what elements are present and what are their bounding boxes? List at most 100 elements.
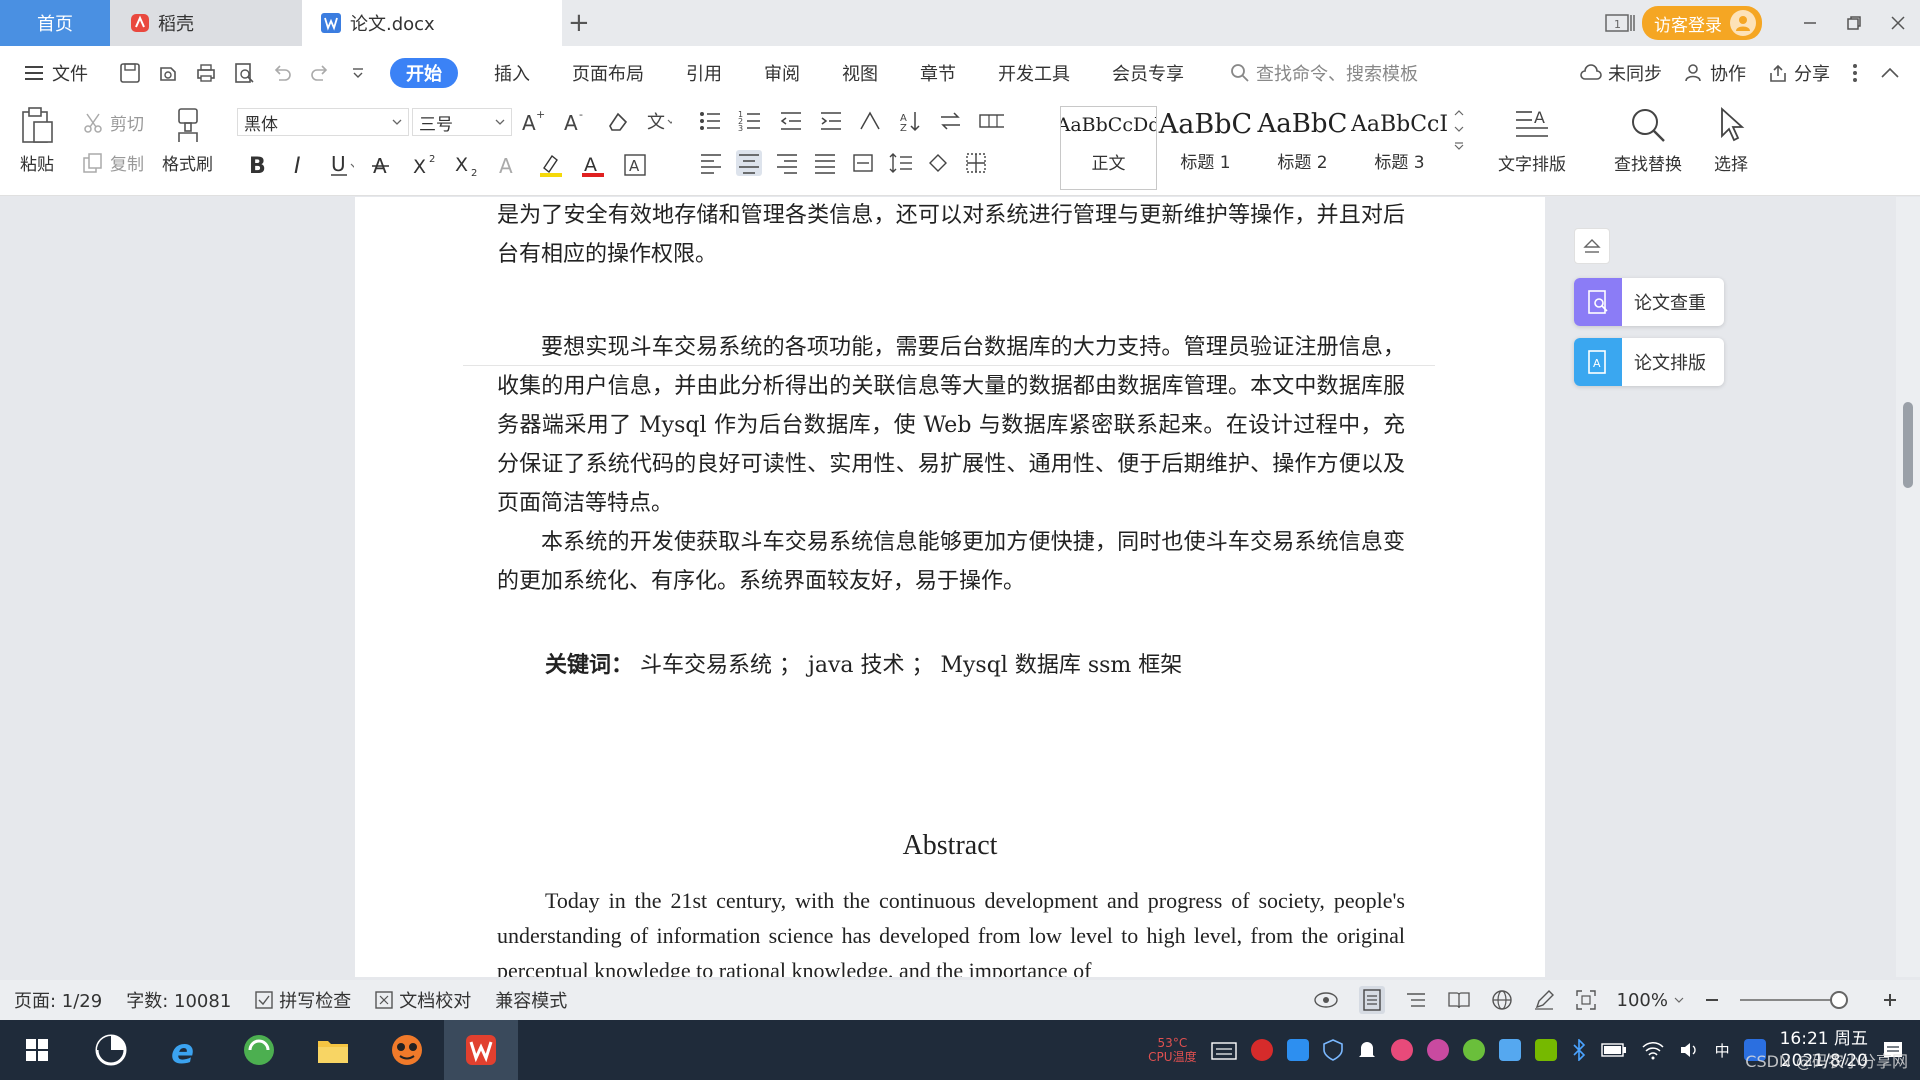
cpu-temp-widget[interactable]: 53°C CPU温度 (1148, 1036, 1196, 1064)
ie-browser-icon[interactable]: e (148, 1020, 222, 1080)
zoom-out-icon[interactable] (1704, 992, 1720, 1008)
print-preview-icon[interactable] (232, 61, 256, 85)
more-options-icon[interactable] (1852, 63, 1858, 83)
pinwheel-app-icon[interactable] (74, 1020, 148, 1080)
tab-document[interactable]: 论文.docx (302, 0, 562, 46)
keyboard-icon[interactable] (1210, 1039, 1237, 1061)
mascot-app-icon[interactable] (370, 1020, 444, 1080)
paste-button[interactable]: 粘贴 (20, 106, 54, 175)
scrollbar-thumb[interactable] (1903, 402, 1913, 488)
write-mode-icon[interactable] (1533, 989, 1555, 1011)
tab-insert[interactable]: 插入 (488, 58, 536, 88)
borders-icon[interactable] (964, 150, 990, 176)
outline-view-icon[interactable] (1405, 990, 1427, 1010)
align-right-icon[interactable] (774, 150, 800, 176)
360-browser-icon[interactable] (222, 1020, 296, 1080)
align-center-icon[interactable] (736, 150, 762, 176)
notification-bell-icon[interactable] (1357, 1039, 1377, 1061)
distribute-icon[interactable] (850, 150, 876, 176)
vertical-scrollbar[interactable] (1896, 197, 1920, 977)
spell-check-button[interactable]: 拼写检查 (255, 987, 351, 1013)
close-window-icon[interactable] (1876, 0, 1920, 46)
tab-start[interactable]: 开始 (390, 58, 458, 88)
font-family-select[interactable]: 黑体 (237, 108, 409, 136)
zoom-level-select[interactable]: 100% (1617, 990, 1684, 1011)
tab-home[interactable]: 首页 (0, 0, 110, 46)
tab-chapter[interactable]: 章节 (914, 58, 962, 88)
numbered-list-icon[interactable]: 123 (738, 108, 764, 134)
paper-check-button[interactable]: 论文查重 (1574, 278, 1724, 326)
sync-button[interactable]: 未同步 (1580, 60, 1662, 86)
wps-writer-icon[interactable] (444, 1020, 518, 1080)
pinyin-guide-icon[interactable]: 文 (646, 108, 672, 134)
minimize-icon[interactable] (1788, 0, 1832, 46)
file-menu[interactable]: 文件 (24, 60, 88, 86)
zoom-slider-knob[interactable] (1830, 991, 1848, 1009)
text-effect-icon[interactable]: A (496, 152, 522, 178)
tab-daoke[interactable]: 稻壳 (110, 0, 302, 46)
tray-app-pink-icon[interactable] (1426, 1039, 1449, 1061)
undo-icon[interactable] (270, 61, 294, 85)
ime-indicator[interactable]: 中 (1715, 1040, 1730, 1061)
subscript-icon[interactable]: X2 (454, 152, 480, 178)
tab-review[interactable]: 审阅 (758, 58, 806, 88)
shading-icon[interactable] (926, 150, 952, 176)
font-color-icon[interactable]: A (580, 152, 606, 178)
format-save-icon[interactable] (156, 61, 180, 85)
find-replace-button[interactable]: 查找替换 (1614, 106, 1682, 175)
font-size-select[interactable]: 三号 (412, 108, 512, 136)
style-heading-1[interactable]: AaBbC 标题 1 (1157, 106, 1254, 190)
collaborate-button[interactable]: 协作 (1684, 60, 1746, 86)
page-indicator[interactable]: 页面: 1/29 (14, 987, 102, 1013)
tray-app-red-icon[interactable] (1250, 1039, 1273, 1061)
word-count[interactable]: 字数: 10081 (126, 987, 231, 1013)
line-spacing-icon[interactable] (888, 150, 914, 176)
sort-icon[interactable]: AZ (898, 108, 924, 134)
reading-view-icon[interactable] (1447, 990, 1471, 1010)
clear-format-icon[interactable] (604, 108, 630, 134)
document-page[interactable]: 汽车信息、公告信息、个人中心、后台管理、购物车、在线咨询；等功能。系统中管理员主… (355, 197, 1545, 977)
shield-icon[interactable] (1322, 1039, 1343, 1061)
print-icon[interactable] (194, 61, 218, 85)
volume-icon[interactable] (1679, 1040, 1701, 1060)
wifi-icon[interactable] (1641, 1040, 1665, 1060)
file-explorer-icon[interactable] (296, 1020, 370, 1080)
style-heading-2[interactable]: AaBbC 标题 2 (1254, 106, 1351, 190)
bullet-list-icon[interactable] (698, 108, 724, 134)
nvidia-icon[interactable] (1534, 1039, 1557, 1061)
copy-button[interactable]: 复制 (82, 150, 144, 175)
redo-icon[interactable] (308, 61, 332, 85)
tab-references[interactable]: 引用 (680, 58, 728, 88)
layout-icon[interactable]: 1 (1598, 0, 1642, 46)
tab-page-layout[interactable]: 页面布局 (566, 58, 650, 88)
qq-icon[interactable] (1390, 1039, 1413, 1061)
tray-app-green-icon[interactable] (1462, 1039, 1485, 1061)
side-panel-collapse[interactable] (1574, 228, 1610, 264)
justify-icon[interactable] (812, 150, 838, 176)
char-border-icon[interactable]: A (622, 152, 648, 178)
strikethrough-icon[interactable]: A (370, 152, 396, 178)
italic-icon[interactable]: I (286, 152, 312, 178)
tab-developer[interactable]: 开发工具 (992, 58, 1076, 88)
guest-login-button[interactable]: 访客登录 (1642, 6, 1762, 40)
shrink-font-icon[interactable]: A- (562, 108, 588, 134)
zoom-slider[interactable] (1740, 991, 1848, 1009)
tray-app-cyan-icon[interactable] (1498, 1039, 1521, 1061)
highlight-icon[interactable] (538, 152, 564, 178)
windows-start-icon[interactable] (0, 1020, 74, 1080)
format-painter-button[interactable]: 格式刷 (162, 106, 213, 175)
tab-member[interactable]: 会员专享 (1106, 58, 1190, 88)
eye-protect-icon[interactable] (1313, 990, 1339, 1010)
paper-layout-button[interactable]: A 论文排版 (1574, 338, 1724, 386)
page-view-icon[interactable] (1358, 986, 1385, 1014)
fit-page-icon[interactable] (1575, 989, 1597, 1011)
line-spacing-toggle-icon[interactable] (938, 108, 964, 134)
decrease-indent-icon[interactable] (778, 108, 804, 134)
align-left-icon[interactable] (698, 150, 724, 176)
web-view-icon[interactable] (1491, 989, 1513, 1011)
command-search[interactable]: 查找命令、搜索模板 (1230, 60, 1418, 86)
customize-toolbar-icon[interactable] (346, 61, 370, 85)
grow-font-icon[interactable]: A + (520, 108, 546, 134)
increase-indent-icon[interactable] (818, 108, 844, 134)
save-icon[interactable] (118, 61, 142, 85)
